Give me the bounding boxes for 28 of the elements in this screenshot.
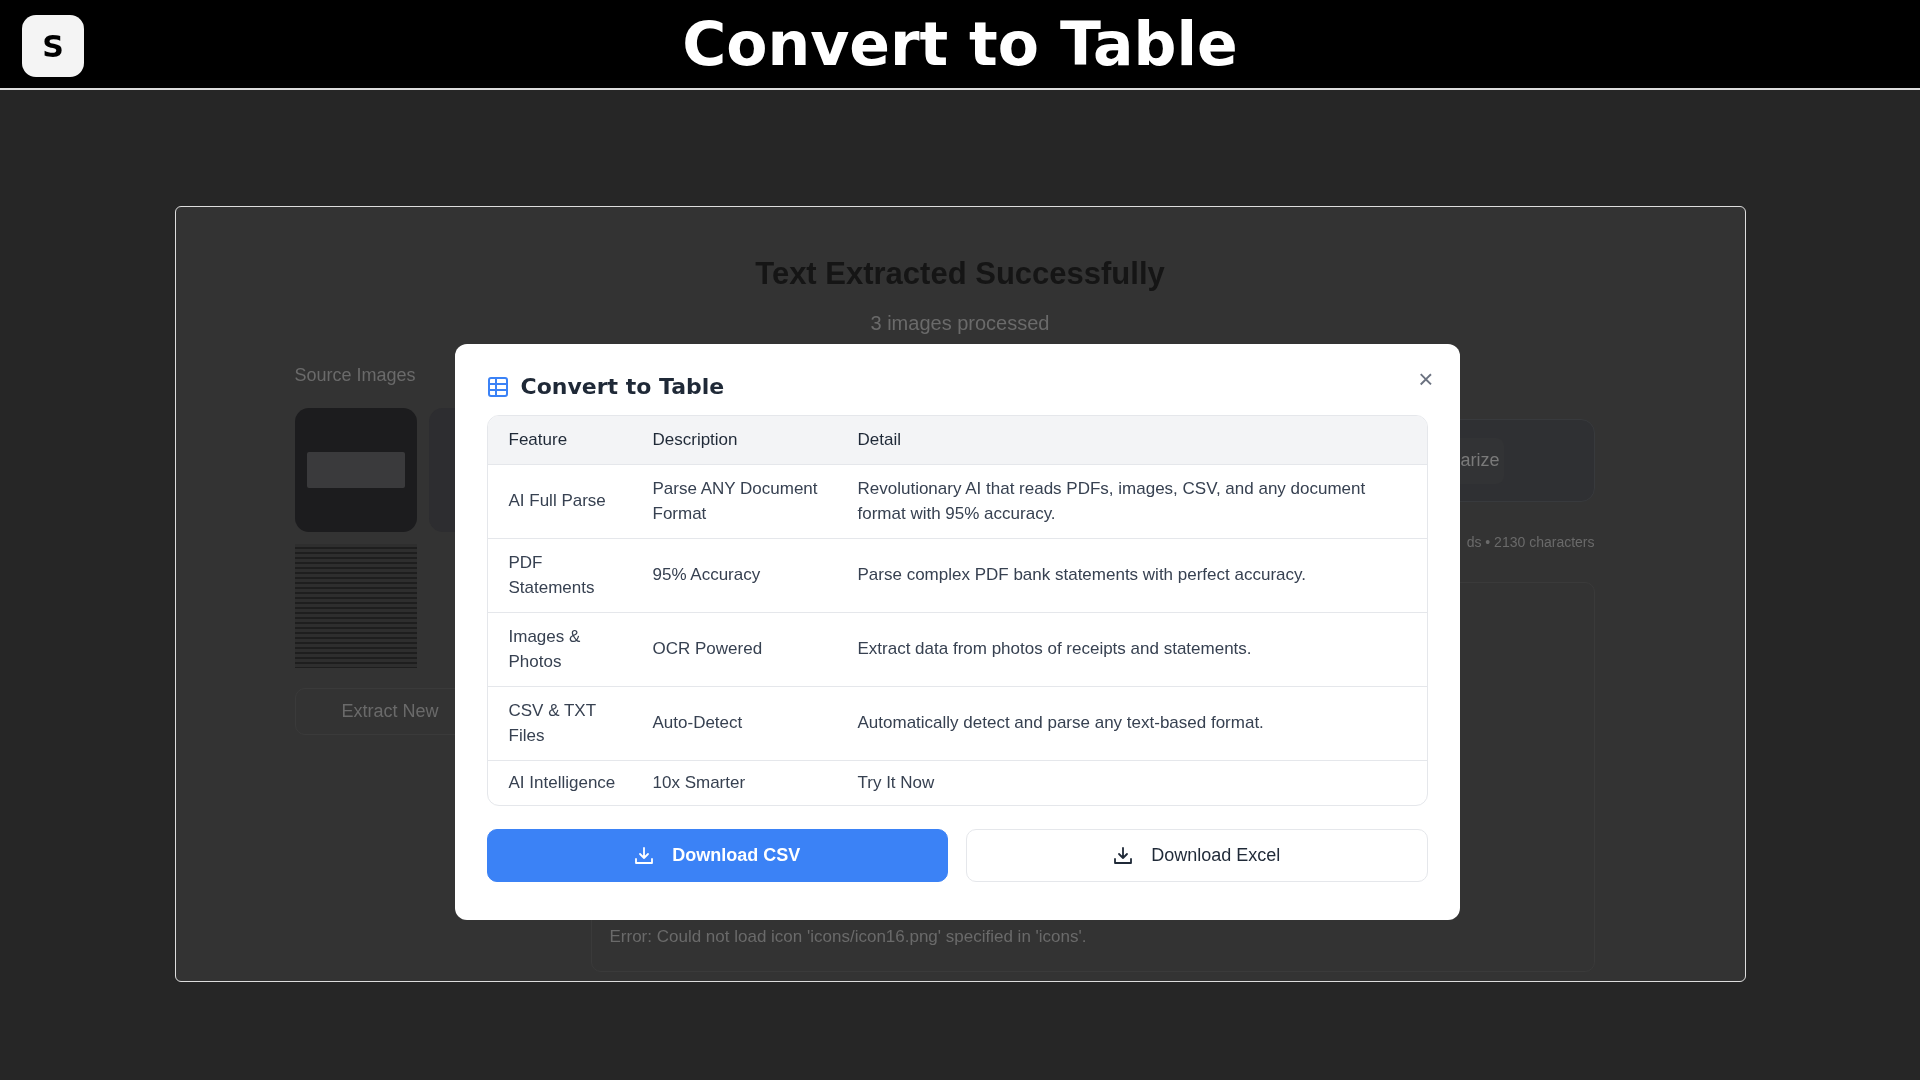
table-cell: Automatically detect and parse any text-based format. (847, 686, 1427, 760)
table-cell: Revolutionary AI that reads PDFs, images, CSV, and any document format with 95% accuracy. (847, 464, 1427, 538)
table-cell: Auto-Detect (642, 686, 848, 760)
download-icon (1113, 845, 1134, 866)
table-cell: OCR Powered (642, 612, 848, 686)
table-cell: AI Intelligence (487, 760, 643, 803)
image-thumbnail[interactable] (294, 408, 417, 532)
table-cell: Parse complex PDF bank statements with perfect accuracy. (847, 538, 1427, 612)
column-header: Detail (847, 416, 1427, 464)
table-icon (486, 375, 509, 398)
dialog-title: Convert to Table (520, 374, 725, 399)
column-header: Description (642, 416, 848, 464)
download-csv-button[interactable]: Download CSV (486, 829, 948, 882)
table-cell: CSV & TXT Files (487, 686, 643, 760)
table-cell: Images & Photos (487, 612, 643, 686)
download-button[interactable]: Download Excel (966, 829, 1428, 882)
table-cell: 10x Smarter (642, 760, 848, 803)
table-cell: PDF Statements (487, 538, 643, 612)
table-cell: AI Full Parse (487, 464, 643, 538)
table-cell: Extract data from photos of receipts and statements. (847, 612, 1427, 686)
download-icon (634, 845, 655, 866)
close-button[interactable]: × (1412, 362, 1440, 397)
table-cell: 95% Accuracy (642, 538, 848, 612)
page-title: Convert to Table (682, 9, 1238, 79)
column-header: Feature (487, 416, 643, 464)
table-cell: Parse ANY Document Format (642, 464, 848, 538)
table-cell: Try It Now (847, 760, 1427, 803)
app-logo: S (22, 15, 84, 77)
